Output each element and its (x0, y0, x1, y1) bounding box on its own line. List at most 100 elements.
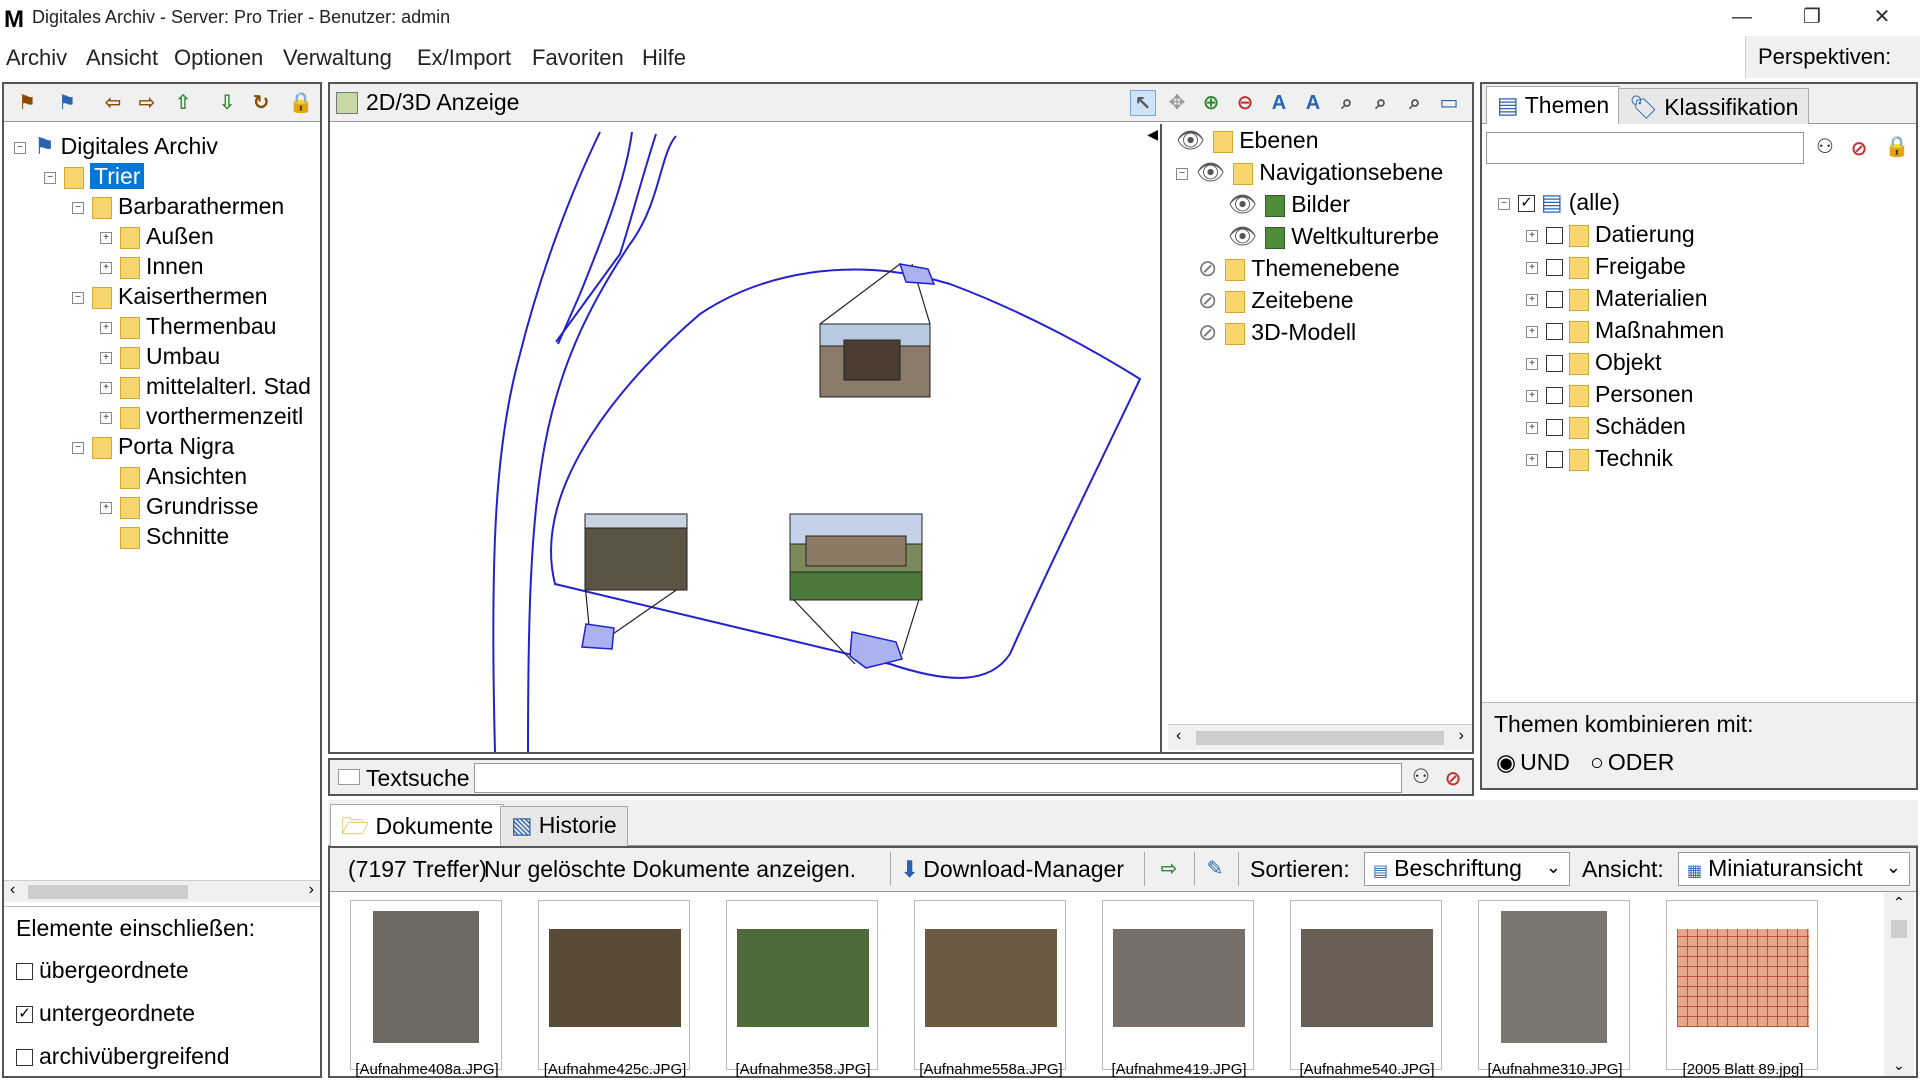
lock-icon[interactable]: 🔒 (288, 90, 314, 116)
layer-navigation[interactable]: − 👁 Navigationsebene (1176, 158, 1443, 186)
tab-dokumente[interactable]: 🗁 Dokumente (330, 804, 505, 846)
collapse-icon[interactable]: − (72, 291, 84, 304)
tab-historie[interactable]: ▧ Historie (500, 806, 628, 846)
map-canvas[interactable]: ◀ (330, 124, 1162, 753)
document-thumbnail[interactable]: [Aufnahme358.JPG] (726, 900, 878, 1078)
eye-hidden-icon[interactable]: ⊘ (1198, 319, 1217, 345)
menu-optionen[interactable]: Optionen (174, 45, 263, 71)
tree-root[interactable]: − ⚑ Digitales Archiv (14, 132, 218, 160)
document-thumbnail[interactable]: [Aufnahme540.JPG] (1290, 900, 1442, 1078)
tab-klassifikation[interactable]: 🏷 Klassifikation (1618, 88, 1810, 124)
tree-node-barbarathermen[interactable]: − Barbarathermen (72, 192, 284, 220)
close-icon[interactable]: ✕ (1854, 0, 1910, 34)
layer-3d-modell[interactable]: ⊘ 3D-Modell (1198, 318, 1356, 346)
lock-icon[interactable]: 🔒 (1884, 134, 1910, 160)
flag-red-icon[interactable]: ⚑ (14, 90, 40, 116)
theme-item[interactable]: + Maßnahmen (1526, 316, 1724, 344)
radio-und[interactable]: ◉ UND (1496, 749, 1570, 776)
export-icon[interactable]: ⇨ (1156, 856, 1182, 882)
textsearch-input[interactable] (474, 763, 1402, 793)
tree-hscrollbar[interactable]: ‹ › (4, 880, 320, 902)
expand-icon[interactable]: + (1526, 453, 1538, 466)
scroll-right-icon[interactable]: › (1459, 727, 1464, 745)
zoom-in-icon[interactable]: ⊕ (1198, 90, 1224, 116)
tree-node-mittelalterl[interactable]: + mittelalterl. Stad (100, 372, 320, 400)
document-thumbnail[interactable]: [Aufnahme425c.JPG] (538, 900, 690, 1078)
document-thumbnail[interactable]: [2005 Blatt 89.jpg] (1666, 900, 1818, 1078)
expand-icon[interactable]: + (100, 321, 112, 334)
scroll-thumb[interactable] (1196, 731, 1444, 745)
clear-filter-icon[interactable]: ⊘ (1846, 136, 1872, 162)
checkbox[interactable] (16, 963, 33, 981)
theme-item[interactable]: + Technik (1526, 444, 1673, 472)
zoom-out-icon[interactable]: ⊖ (1232, 90, 1258, 116)
pointer-icon[interactable]: ↖ (1130, 90, 1156, 116)
tree-node-umbau[interactable]: + Umbau (100, 342, 220, 370)
collapse-icon[interactable]: − (44, 171, 56, 184)
zoom-fit-icon[interactable]: ⌕ (1368, 90, 1394, 116)
theme-item[interactable]: + Materialien (1526, 284, 1708, 312)
theme-item[interactable]: + Datierung (1526, 220, 1695, 248)
tab-themen[interactable]: ▤ Themen (1486, 86, 1621, 124)
search-icon[interactable]: ⌕ (1334, 90, 1360, 116)
document-thumbnail[interactable]: [Aufnahme408a.JPG] (350, 900, 502, 1078)
move-icon[interactable]: ✥ (1164, 90, 1190, 116)
eye-hidden-icon[interactable]: ⊘ (1198, 287, 1217, 313)
zoom-extent-icon[interactable]: ⌕ (1402, 90, 1428, 116)
download-manager-button[interactable]: ⬇ Download-Manager (900, 856, 1124, 883)
menu-archiv[interactable]: Archiv (6, 45, 67, 71)
theme-root[interactable]: − ✓ ▤ (alle) (1498, 188, 1620, 216)
menu-favoriten[interactable]: Favoriten (532, 45, 624, 71)
flag-blue-icon[interactable]: ⚑ (54, 90, 80, 116)
checkbox[interactable] (1546, 451, 1563, 469)
include-option-cross-archive[interactable]: archivübergreifend (16, 1043, 230, 1070)
collapse-icon[interactable]: − (14, 141, 26, 154)
theme-item[interactable]: + Freigabe (1526, 252, 1686, 280)
eye-icon[interactable]: 👁 (1196, 159, 1225, 185)
expand-icon[interactable]: + (100, 411, 112, 424)
radio-selected-icon[interactable]: ◉ (1496, 749, 1516, 775)
eye-icon[interactable]: 👁 (1176, 127, 1205, 153)
scroll-right-icon[interactable]: › (309, 881, 314, 899)
edit-document-icon[interactable]: ✎ (1202, 856, 1228, 882)
checkbox-checked[interactable]: ✓ (1518, 195, 1535, 213)
marker-polygon[interactable] (849, 631, 903, 669)
clear-filter-icon[interactable]: ⊘ (1440, 766, 1466, 792)
collapse-icon[interactable]: − (72, 441, 84, 454)
checkbox[interactable] (1546, 259, 1563, 277)
rotate-icon[interactable]: A (1266, 90, 1292, 116)
theme-item[interactable]: + Personen (1526, 380, 1693, 408)
checkbox[interactable] (1546, 355, 1563, 373)
checkbox[interactable] (1546, 387, 1563, 405)
tree-node-porta-nigra[interactable]: − Porta Nigra (72, 432, 234, 460)
tree-node-schnitte[interactable]: Schnitte (120, 522, 229, 550)
tree-node-ansichten[interactable]: Ansichten (120, 462, 247, 490)
expand-icon[interactable]: + (1526, 325, 1538, 338)
eye-icon[interactable]: 👁 (1228, 191, 1257, 217)
expand-icon[interactable]: + (100, 261, 112, 274)
include-option-children[interactable]: ✓ untergeordnete (16, 1000, 195, 1027)
layers-hscrollbar[interactable]: ‹ › (1168, 724, 1472, 750)
perspektiven-label[interactable]: Perspektiven: (1745, 36, 1920, 78)
theme-item[interactable]: + Schäden (1526, 412, 1686, 440)
checkbox[interactable] (1546, 227, 1563, 245)
expand-icon[interactable]: + (1526, 421, 1538, 434)
rotate-back-icon[interactable]: A (1300, 90, 1326, 116)
layer-weltkulturerbe[interactable]: 👁 Weltkulturerbe (1228, 222, 1439, 250)
themes-search-input[interactable] (1486, 132, 1804, 164)
tree-node-innen[interactable]: + Innen (100, 252, 204, 280)
layer-ebenen[interactable]: 👁 Ebenen (1176, 126, 1319, 154)
scroll-thumb[interactable] (28, 885, 188, 899)
include-option-parent[interactable]: übergeordnete (16, 957, 189, 984)
view-select[interactable]: ▦ Miniaturansicht ⌄ (1678, 852, 1910, 886)
collapse-arrow-icon[interactable]: ◀ (1147, 126, 1158, 143)
tree-node-kaiserthermen[interactable]: − Kaiserthermen (72, 282, 268, 310)
expand-icon[interactable]: + (100, 501, 112, 514)
menu-verwaltung[interactable]: Verwaltung (283, 45, 392, 71)
scroll-left-icon[interactable]: ‹ (10, 881, 15, 899)
collapse-icon[interactable]: − (1498, 197, 1510, 210)
checkbox[interactable] (1546, 291, 1563, 309)
scroll-up-icon[interactable]: ⌃ (1893, 894, 1905, 911)
radio-oder[interactable]: ○ ODER (1590, 749, 1674, 776)
arrow-up-icon[interactable]: ⇧ (170, 90, 196, 116)
